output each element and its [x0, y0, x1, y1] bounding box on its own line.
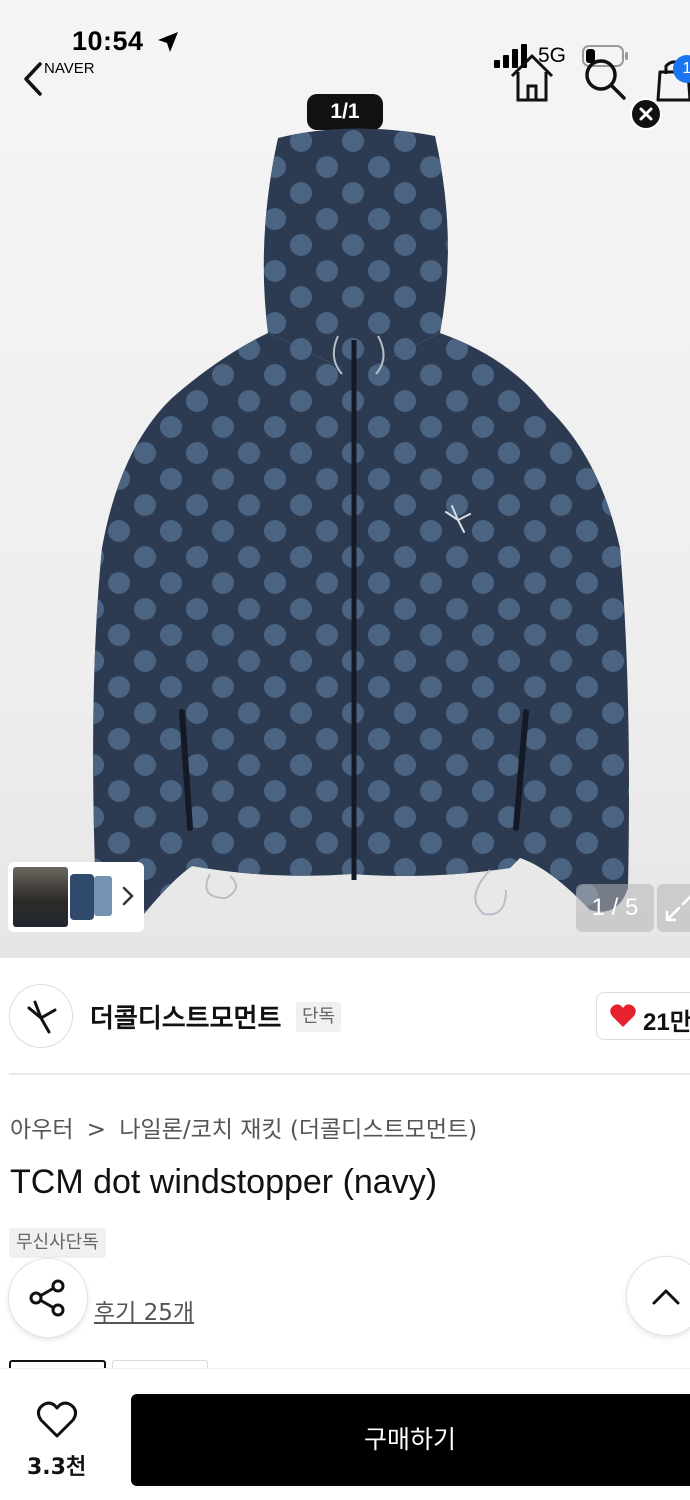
product-title: TCM dot windstopper (navy): [10, 1163, 438, 1201]
buy-button[interactable]: 구매하기: [131, 1394, 690, 1486]
divider: [9, 1073, 690, 1075]
brand-name[interactable]: 더콜디스트모먼트: [90, 998, 281, 1035]
status-time: 10:54: [72, 26, 144, 56]
expand-icon: [665, 895, 690, 922]
heart-outline-icon[interactable]: [36, 1401, 78, 1439]
brand-exclusive-tag: 단독: [296, 1002, 342, 1032]
thumbnail-model-photo[interactable]: [13, 867, 68, 927]
expand-button[interactable]: [657, 884, 690, 932]
breadcrumb-separator: >: [86, 1117, 107, 1143]
category-breadcrumb: 아우터 > 나일론/코치 재킷 (더콜디스트모먼트): [10, 1110, 477, 1144]
product-image-area[interactable]: 10:54 NAVER 5G 1 1/1 1 / 5: [0, 0, 690, 958]
brand-star-icon: [27, 1000, 57, 1034]
close-icon: [639, 107, 653, 121]
breadcrumb-item-category[interactable]: 나일론/코치 재킷 (더콜디스트모먼트): [119, 1117, 477, 1143]
search-icon[interactable]: [582, 56, 628, 102]
chevron-right-icon[interactable]: [120, 884, 136, 908]
image-counter-top: 1/1: [307, 94, 383, 130]
home-icon[interactable]: [508, 52, 556, 104]
share-button[interactable]: [8, 1258, 88, 1338]
review-link[interactable]: 후기 25개: [94, 1293, 194, 1327]
close-button[interactable]: [630, 98, 662, 130]
thumbnail-jacket-navy[interactable]: [70, 874, 94, 920]
musinsa-exclusive-badge: 무신사단독: [9, 1228, 106, 1258]
thumbnail-strip[interactable]: [8, 862, 144, 932]
product-image-jacket[interactable]: [80, 128, 640, 928]
chevron-up-icon: [652, 1289, 680, 1305]
brand-like-count: 21만: [643, 1009, 690, 1036]
back-chevron-icon[interactable]: [18, 58, 46, 100]
breadcrumb-item-outer[interactable]: 아우터: [10, 1117, 73, 1143]
bottom-action-bar: 3.3천 구매하기: [0, 1368, 690, 1500]
back-to-app-label[interactable]: NAVER: [44, 60, 95, 77]
scroll-to-top-button[interactable]: [626, 1256, 690, 1336]
thumbnail-jacket-light[interactable]: [94, 876, 112, 916]
heart-filled-icon: [610, 1004, 636, 1027]
wish-count: 3.3천: [27, 1455, 87, 1480]
image-counter-bottom: 1 / 5: [576, 884, 654, 932]
share-icon: [29, 1279, 65, 1317]
brand-logo[interactable]: [9, 984, 73, 1048]
location-arrow-icon: [158, 32, 178, 52]
brand-like-button[interactable]: 21만: [596, 992, 690, 1040]
